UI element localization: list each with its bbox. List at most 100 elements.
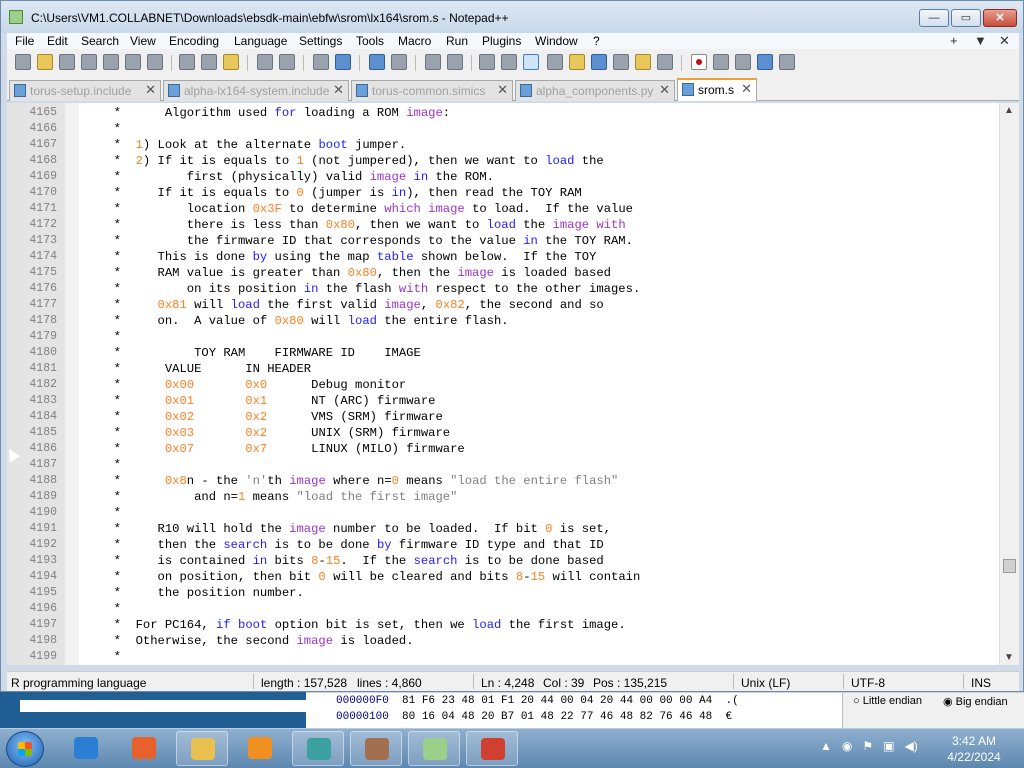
monitoring-icon[interactable] <box>657 54 673 70</box>
code-line[interactable]: 4165 * Algorithm used for loading a ROM … <box>7 105 997 121</box>
code-line[interactable]: 4185 * 0x03 0x2 UNIX (SRM) firmware <box>7 425 997 441</box>
code-line[interactable]: 4186 * 0x07 0x7 LINUX (MILO) firmware <box>7 441 997 457</box>
code-line[interactable]: 4187 * <box>7 457 997 473</box>
close-button[interactable]: ✕ <box>983 9 1017 27</box>
tab-srom[interactable]: srom.s ✕ <box>677 78 757 101</box>
code-line[interactable]: 4198 * Otherwise, the second image is lo… <box>7 633 997 649</box>
close-doc-icon[interactable]: ✕ <box>999 33 1010 49</box>
tab-close-icon[interactable]: ✕ <box>333 82 344 98</box>
tab-alpha-lx164-system[interactable]: alpha-lx164-system.include ✕ <box>163 80 349 101</box>
menu-window[interactable]: Window <box>535 34 578 48</box>
udl-icon[interactable] <box>547 54 563 70</box>
doc-map-icon[interactable] <box>569 54 585 70</box>
close-all-icon[interactable] <box>125 54 141 70</box>
save-all-icon[interactable] <box>81 54 97 70</box>
menu-macro[interactable]: Macro <box>398 34 431 48</box>
tab-close-icon[interactable]: ✕ <box>659 82 670 98</box>
function-list-icon[interactable] <box>613 54 629 70</box>
paste-icon[interactable] <box>223 54 239 70</box>
code-line[interactable]: 4181 * VALUE IN HEADER <box>7 361 997 377</box>
scroll-thumb[interactable] <box>1003 559 1016 573</box>
undo-icon[interactable] <box>257 54 273 70</box>
play-macro-icon[interactable] <box>735 54 751 70</box>
radio-big-endian[interactable]: ◉ Big endian <box>943 695 1008 708</box>
show-all-chars-icon[interactable] <box>501 54 517 70</box>
new-file-icon[interactable] <box>15 54 31 70</box>
display-icon[interactable]: ▣ <box>883 739 894 753</box>
volume-icon[interactable]: ◀) <box>905 739 918 753</box>
new-tab-icon[interactable]: + <box>950 33 958 48</box>
title-bar[interactable]: C:\Users\VM1.COLLABNET\Downloads\ebsdk-m… <box>1 1 1023 33</box>
menu-view[interactable]: View <box>130 34 156 48</box>
code-line[interactable]: 4179 * <box>7 329 997 345</box>
menu-tools[interactable]: Tools <box>356 34 384 48</box>
scroll-up-icon[interactable]: ▲ <box>1004 105 1014 116</box>
editor[interactable]: 4165 * Algorithm used for loading a ROM … <box>7 103 1019 665</box>
code-line[interactable]: 4173 * the firmware ID that corresponds … <box>7 233 997 249</box>
code-line[interactable]: 4175 * RAM value is greater than 0x80, t… <box>7 265 997 281</box>
code-line[interactable]: 4182 * 0x00 0x0 Debug monitor <box>7 377 997 393</box>
code-line[interactable]: 4184 * 0x02 0x2 VMS (SRM) firmware <box>7 409 997 425</box>
code-line[interactable]: 4178 * on. A value of 0x80 will load the… <box>7 313 997 329</box>
code-line[interactable]: 4167 * 1) Look at the alternate boot jum… <box>7 137 997 153</box>
code-line[interactable]: 4180 * TOY RAM FIRMWARE ID IMAGE <box>7 345 997 361</box>
code-line[interactable]: 4195 * the position number. <box>7 585 997 601</box>
print-icon[interactable] <box>147 54 163 70</box>
code-line[interactable]: 4170 * If it is equals to 0 (jumper is i… <box>7 185 997 201</box>
tab-close-icon[interactable]: ✕ <box>145 82 156 98</box>
scroll-down-icon[interactable]: ▼ <box>1004 652 1014 663</box>
code-line[interactable]: 4192 * then the search is to be done by … <box>7 537 997 553</box>
tab-alpha-components[interactable]: alpha_components.py ✕ <box>515 80 675 101</box>
cut-icon[interactable] <box>179 54 195 70</box>
record-macro-icon[interactable] <box>691 54 707 70</box>
code-line[interactable]: 4168 * 2) If it is equals to 1 (not jump… <box>7 153 997 169</box>
menu-edit[interactable]: Edit <box>47 34 68 48</box>
taskbar-notepad-plus-plus[interactable] <box>408 731 460 766</box>
tab-close-icon[interactable]: ✕ <box>497 82 508 98</box>
code-line[interactable]: 4166 * <box>7 121 997 137</box>
menu-settings[interactable]: Settings <box>299 34 342 48</box>
run-macro-multiple-icon[interactable] <box>757 54 773 70</box>
replace-icon[interactable] <box>335 54 351 70</box>
save-macro-icon[interactable] <box>779 54 795 70</box>
sync-vertical-icon[interactable] <box>425 54 441 70</box>
indent-guide-icon[interactable] <box>523 54 539 70</box>
menu-plugins[interactable]: Plugins <box>482 34 521 48</box>
flag-icon[interactable]: ⚑ <box>862 739 873 753</box>
zoom-out-icon[interactable] <box>391 54 407 70</box>
code-line[interactable]: 4183 * 0x01 0x1 NT (ARC) firmware <box>7 393 997 409</box>
code-line[interactable]: 4199 * <box>7 649 997 665</box>
start-button[interactable] <box>6 731 44 767</box>
copy-icon[interactable] <box>201 54 217 70</box>
show-hidden-icon[interactable]: ▲ <box>820 739 832 753</box>
folder-workspace-icon[interactable] <box>635 54 651 70</box>
maximize-button[interactable]: ▭ <box>951 9 981 27</box>
menu-run[interactable]: Run <box>446 34 468 48</box>
code-line[interactable]: 4188 * 0x8n - the 'n'th image where n=0 … <box>7 473 997 489</box>
save-icon[interactable] <box>59 54 75 70</box>
stop-macro-icon[interactable] <box>713 54 729 70</box>
tab-torus-common[interactable]: torus-common.simics ✕ <box>351 80 513 101</box>
menu-search[interactable]: Search <box>81 34 119 48</box>
taskbar-media-player[interactable] <box>234 731 286 766</box>
network-icon[interactable]: ◉ <box>842 739 852 753</box>
code-line[interactable]: 4190 * <box>7 505 997 521</box>
open-file-icon[interactable] <box>37 54 53 70</box>
code-line[interactable]: 4174 * This is done by using the map tab… <box>7 249 997 265</box>
menu-help[interactable]: ? <box>593 34 600 48</box>
minimize-button[interactable]: — <box>919 9 949 27</box>
code-line[interactable]: 4194 * on position, then bit 0 will be c… <box>7 569 997 585</box>
code-line[interactable]: 4169 * first (physically) valid image in… <box>7 169 997 185</box>
code-line[interactable]: 4197 * For PC164, if boot option bit is … <box>7 617 997 633</box>
menu-language[interactable]: Language <box>234 34 287 48</box>
close-file-icon[interactable] <box>103 54 119 70</box>
menu-encoding[interactable]: Encoding <box>169 34 219 48</box>
redo-icon[interactable] <box>279 54 295 70</box>
code-line[interactable]: 4191 * R10 will hold the image number to… <box>7 521 997 537</box>
zoom-in-icon[interactable] <box>369 54 385 70</box>
radio-little-endian[interactable]: ○ Little endian <box>853 695 922 707</box>
taskbar-hxd-hex-editor[interactable] <box>466 731 518 766</box>
code-line[interactable]: 4172 * there is less than 0x80, then we … <box>7 217 997 233</box>
menu-file[interactable]: File <box>15 34 34 48</box>
word-wrap-icon[interactable] <box>479 54 495 70</box>
